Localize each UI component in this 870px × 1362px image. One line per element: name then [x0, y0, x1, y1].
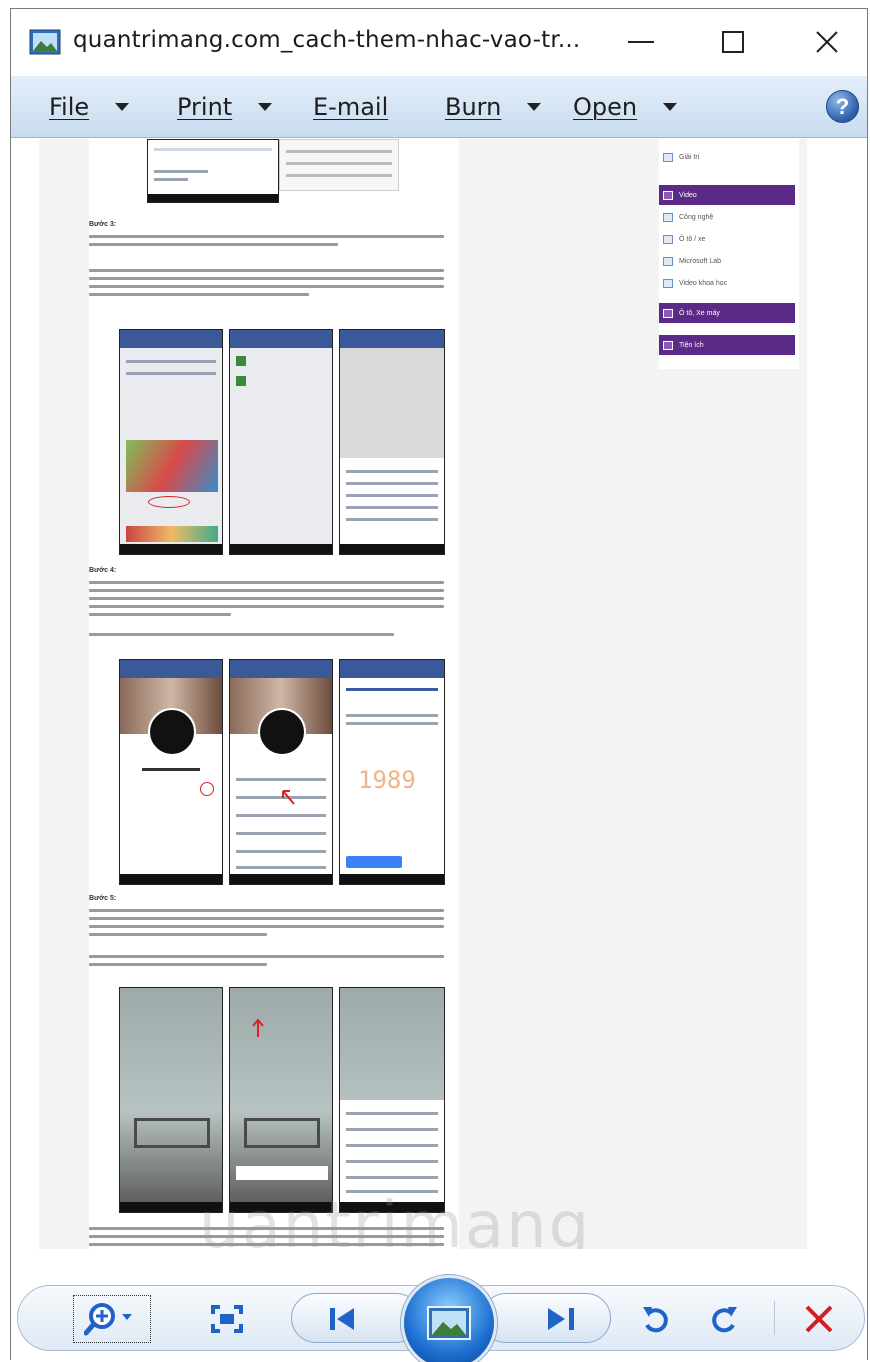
phone-screenshot: [339, 987, 445, 1213]
photo-viewer-app-icon: [29, 29, 61, 55]
menu-burn[interactable]: Burn: [445, 92, 542, 122]
phone-screenshot: [339, 329, 445, 555]
zoom-magnifier-icon: [84, 1303, 132, 1336]
window-title: quantrimang.com_cach-them-nhac-vao-tr...: [73, 27, 581, 53]
menu-print-label: Print: [177, 93, 233, 121]
menu-open-label: Open: [573, 93, 638, 121]
rotate-counterclockwise-button[interactable]: [637, 1299, 673, 1339]
close-icon: [816, 31, 838, 53]
menu-burn-label: Burn: [445, 93, 502, 121]
next-icon: [548, 1308, 574, 1330]
phone-screenshot: 1989: [339, 659, 445, 885]
next-button[interactable]: [481, 1293, 611, 1343]
rotate-left-icon: [643, 1307, 668, 1333]
delete-x-icon: [805, 1305, 833, 1333]
menu-email[interactable]: E-mail: [313, 92, 388, 122]
actual-size-button[interactable]: [207, 1301, 247, 1337]
maximize-icon: [722, 31, 744, 53]
image-view-area[interactable]: Bước 3: Bước 4: 1989 Bước 5: Giải trí Vi…: [11, 139, 867, 1249]
category-icon: [663, 212, 673, 222]
paragraph: [89, 581, 444, 621]
phone-screenshot: [147, 139, 279, 203]
category-icon: [663, 152, 673, 162]
article-body: Bước 3: Bước 4: 1989 Bước 5:: [89, 139, 459, 1249]
delete-button[interactable]: [801, 1301, 837, 1337]
red-arrow-icon: [252, 1018, 264, 1037]
slideshow-icon: [427, 1306, 471, 1340]
screenshot-image: Bước 3: Bước 4: 1989 Bước 5: Giải trí Vi…: [39, 139, 807, 1249]
close-button[interactable]: [797, 21, 857, 63]
maximize-button[interactable]: [703, 21, 763, 63]
rotate-clockwise-button[interactable]: [707, 1299, 743, 1339]
sidebar-link-label: Ô tô, Xe máy: [679, 309, 720, 317]
photo-viewer-window: quantrimang.com_cach-them-nhac-vao-tr...…: [10, 8, 868, 1362]
category-icon: [663, 190, 673, 200]
minimize-icon: [628, 41, 654, 43]
slideshow-button[interactable]: [401, 1275, 497, 1362]
chevron-down-icon[interactable]: [258, 103, 273, 111]
red-arrow-icon: [282, 790, 295, 805]
sidebar-link: Video: [659, 185, 795, 205]
paragraph: [89, 909, 444, 941]
title-bar: quantrimang.com_cach-them-nhac-vao-tr...: [11, 9, 867, 75]
sidebar-link: Giải trí: [659, 147, 795, 167]
category-icon: [663, 234, 673, 244]
bottom-toolbar: [11, 1251, 867, 1362]
help-button[interactable]: ?: [826, 90, 859, 123]
phone-screenshot: [119, 329, 223, 555]
sidebar-link: Ô tô / xe: [659, 229, 795, 249]
category-icon: [663, 256, 673, 266]
chevron-down-icon[interactable]: [663, 103, 678, 111]
keyboard-screenshot: [279, 139, 399, 191]
zoom-button[interactable]: [73, 1295, 151, 1343]
fit-window-icon: [211, 1305, 243, 1333]
menu-open[interactable]: Open: [573, 92, 678, 122]
category-icon: [663, 278, 673, 288]
watermark-logo: uantrimang: [199, 1189, 592, 1249]
toolbar-divider: [774, 1301, 775, 1335]
step-3-heading: Bước 3:: [89, 221, 117, 228]
menu-file[interactable]: File: [49, 92, 130, 122]
chevron-down-icon[interactable]: [527, 103, 542, 111]
paragraph: [89, 955, 444, 971]
help-icon: ?: [835, 93, 850, 119]
phone-screenshot: [229, 659, 333, 885]
sidebar-link-label: Giải trí: [679, 153, 700, 161]
phone-screenshot: [119, 987, 223, 1213]
category-icon: [663, 340, 673, 350]
paragraph: [89, 235, 444, 251]
menu-file-label: File: [49, 93, 90, 121]
article-sidebar: Giải trí Video Công nghệ Ô tô / xe Microsoft…: [659, 139, 799, 369]
menu-print[interactable]: Print: [177, 92, 273, 122]
sidebar-link: Ô tô, Xe máy: [659, 303, 795, 323]
paragraph: [89, 633, 444, 641]
sidebar-link-label: Video khoa học: [679, 279, 728, 287]
paragraph: [89, 269, 444, 301]
chevron-down-icon[interactable]: [115, 103, 130, 111]
phone-screenshot: [119, 659, 223, 885]
rotate-right-icon: [712, 1307, 737, 1333]
phone-screenshot: [229, 329, 333, 555]
sidebar-link-label: Microsoft Lab: [679, 257, 722, 265]
minimize-button[interactable]: [611, 21, 671, 63]
previous-icon: [330, 1308, 354, 1330]
sidebar-link-label: Ô tô / xe: [679, 235, 706, 243]
phone-screenshot: [229, 987, 333, 1213]
menu-bar: File Print E-mail Burn Open ?: [11, 76, 867, 138]
menu-email-label: E-mail: [313, 93, 389, 121]
step-5-heading: Bước 5:: [89, 895, 117, 902]
sidebar-link-label: Công nghệ: [679, 213, 714, 221]
sidebar-link-label: Video: [679, 191, 697, 199]
sidebar-link: Tiện ích: [659, 335, 795, 355]
step-4-heading: Bước 4:: [89, 567, 117, 574]
sidebar-link: Video khoa học: [659, 273, 795, 293]
sidebar-link: Microsoft Lab: [659, 251, 795, 271]
category-icon: [663, 308, 673, 318]
sidebar-link-label: Tiện ích: [679, 341, 704, 349]
sidebar-link: Công nghệ: [659, 207, 795, 227]
phone-clock-text: 1989: [358, 766, 416, 794]
